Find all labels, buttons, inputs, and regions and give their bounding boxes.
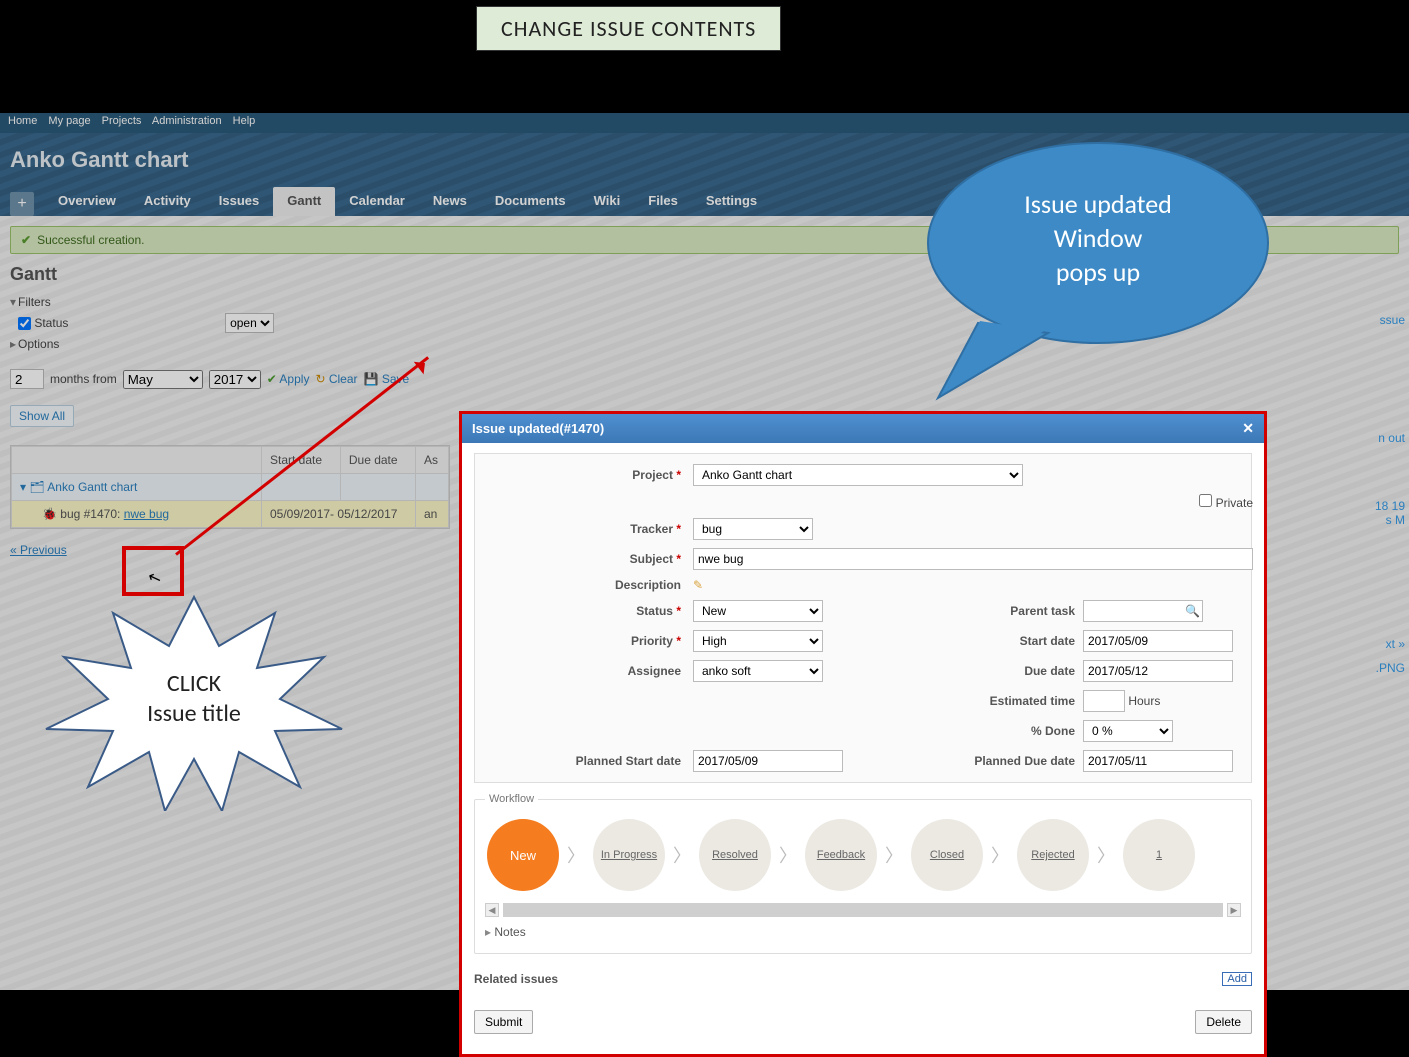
add-button[interactable]: + (10, 192, 34, 216)
tab-files[interactable]: Files (634, 187, 692, 216)
nav-help[interactable]: Help (233, 115, 256, 127)
dialog-form: Project * Anko Gantt chart Private Track… (474, 453, 1252, 783)
annotation-speech-bubble: Issue updated Window pops up (918, 133, 1278, 416)
tab-settings[interactable]: Settings (692, 187, 771, 216)
svg-text:Issue title: Issue title (147, 699, 241, 728)
tab-wiki[interactable]: Wiki (580, 187, 635, 216)
svg-text:CLICK: CLICK (167, 669, 222, 698)
svg-text:Window: Window (1054, 222, 1143, 254)
apply-link[interactable]: Apply (267, 372, 310, 386)
col-as: As (415, 447, 448, 474)
description-label: Description (485, 578, 685, 592)
frag-png: .PNG (1376, 661, 1405, 675)
chevron-right-icon: 〉 (567, 842, 585, 868)
assignee-select[interactable]: anko soft (693, 660, 823, 682)
app-window: Home My page Projects Administration Hel… (0, 113, 1409, 990)
workflow-step-resolved[interactable]: Resolved (699, 819, 771, 891)
tracker-select[interactable]: bug (693, 518, 813, 540)
private-checkbox[interactable] (1199, 494, 1212, 507)
workflow-scrollbar[interactable]: ◀▶ (485, 903, 1241, 917)
status-filter-label: Status (34, 316, 68, 330)
gantt-table: Start date Due date As ▾ 🗂 Anko Gantt ch… (10, 445, 450, 529)
months-input[interactable] (10, 369, 44, 389)
frag-next: xt » (1386, 637, 1405, 651)
add-related-link[interactable]: Add (1222, 972, 1252, 986)
workflow-step-new[interactable]: New (487, 819, 559, 891)
status-select[interactable]: New (693, 600, 823, 622)
workflow-legend: Workflow (485, 793, 538, 805)
planned-start-input[interactable] (693, 750, 843, 772)
nav-projects[interactable]: Projects (102, 115, 142, 127)
workflow-step-feedback[interactable]: Feedback (805, 819, 877, 891)
notes-toggle[interactable]: Notes (485, 925, 1241, 939)
start-date-input[interactable] (1083, 630, 1233, 652)
project-row[interactable]: ▾ 🗂 Anko Gantt chart (12, 474, 449, 501)
dialog-titlebar[interactable]: Issue updated(#1470) ✕ (462, 414, 1264, 443)
issue-title-link[interactable]: nwe bug (124, 507, 169, 521)
workflow-step-inprogress[interactable]: In Progress (593, 819, 665, 891)
priority-select[interactable]: High (693, 630, 823, 652)
table-header-row: Start date Due date As (12, 447, 449, 474)
hours-label: Hours (1128, 694, 1160, 708)
tab-calendar[interactable]: Calendar (335, 187, 419, 216)
workflow-step-extra[interactable]: 1 (1123, 819, 1195, 891)
svg-text:pops up: pops up (1056, 256, 1140, 288)
planned-due-input[interactable] (1083, 750, 1233, 772)
frag-days: s M (1386, 513, 1405, 527)
pct-done-select[interactable]: 0 % (1083, 720, 1173, 742)
subject-input[interactable] (693, 548, 1253, 570)
status-filter-checkbox[interactable] (18, 317, 31, 330)
col-due: Due date (340, 447, 415, 474)
show-all-button[interactable]: Show All (10, 405, 74, 427)
issue-dates: 05/09/2017- 05/12/2017 (262, 501, 416, 528)
related-issues-label: Related issues (474, 972, 558, 986)
issue-dialog: Issue updated(#1470) ✕ Project * Anko Ga… (459, 411, 1267, 1057)
top-menu: Home My page Projects Administration Hel… (0, 113, 1409, 133)
status-filter-select[interactable]: open (225, 313, 274, 333)
tab-issues[interactable]: Issues (205, 187, 273, 216)
frag-out: n out (1378, 431, 1405, 445)
chevron-right-icon: 〉 (1097, 842, 1115, 868)
related-issues-row: Related issues Add (474, 972, 1252, 986)
frag-dates: 18 19 (1375, 499, 1405, 513)
clear-link[interactable]: Clear (315, 372, 357, 386)
chevron-right-icon: 〉 (779, 842, 797, 868)
nav-home[interactable]: Home (8, 115, 37, 127)
private-label: Private (1216, 496, 1253, 510)
chevron-right-icon: 〉 (885, 842, 903, 868)
due-date-input[interactable] (1083, 660, 1233, 682)
tab-news[interactable]: News (419, 187, 481, 216)
month-select[interactable]: May (123, 370, 203, 389)
project-select[interactable]: Anko Gantt chart (693, 464, 1023, 486)
tab-gantt[interactable]: Gantt (273, 187, 335, 216)
workflow-fieldset: Workflow New 〉 In Progress 〉 Resolved 〉 … (474, 793, 1252, 954)
close-icon[interactable]: ✕ (1242, 420, 1254, 437)
estimated-time-input[interactable] (1083, 690, 1125, 712)
submit-button[interactable]: Submit (474, 1010, 533, 1034)
dialog-title-text: Issue updated(#1470) (472, 421, 604, 436)
annotation-top-strip: CHANGE ISSUE CONTENTS (0, 0, 1409, 113)
col-start: Start date (262, 447, 341, 474)
tab-overview[interactable]: Overview (44, 187, 130, 216)
chevron-right-icon: 〉 (991, 842, 1009, 868)
nav-mypage[interactable]: My page (48, 115, 90, 127)
year-select[interactable]: 2017 (209, 370, 261, 389)
workflow-step-rejected[interactable]: Rejected (1017, 819, 1089, 891)
workflow-step-closed[interactable]: Closed (911, 819, 983, 891)
pencil-icon[interactable]: ✎ (693, 578, 703, 592)
svg-text:Issue updated: Issue updated (1024, 188, 1172, 220)
frag-issue: ssue (1380, 313, 1405, 327)
nav-admin[interactable]: Administration (152, 115, 222, 127)
annotation-banner: CHANGE ISSUE CONTENTS (476, 6, 781, 51)
annotation-starburst: CLICK Issue title (44, 591, 344, 814)
previous-link[interactable]: « Previous (10, 543, 67, 557)
search-icon: 🔍 (1185, 604, 1200, 618)
tab-documents[interactable]: Documents (481, 187, 580, 216)
months-label: months from (50, 372, 117, 386)
tab-activity[interactable]: Activity (130, 187, 205, 216)
chevron-right-icon: 〉 (673, 842, 691, 868)
delete-button[interactable]: Delete (1195, 1010, 1252, 1034)
issue-assignee: an (415, 501, 448, 528)
